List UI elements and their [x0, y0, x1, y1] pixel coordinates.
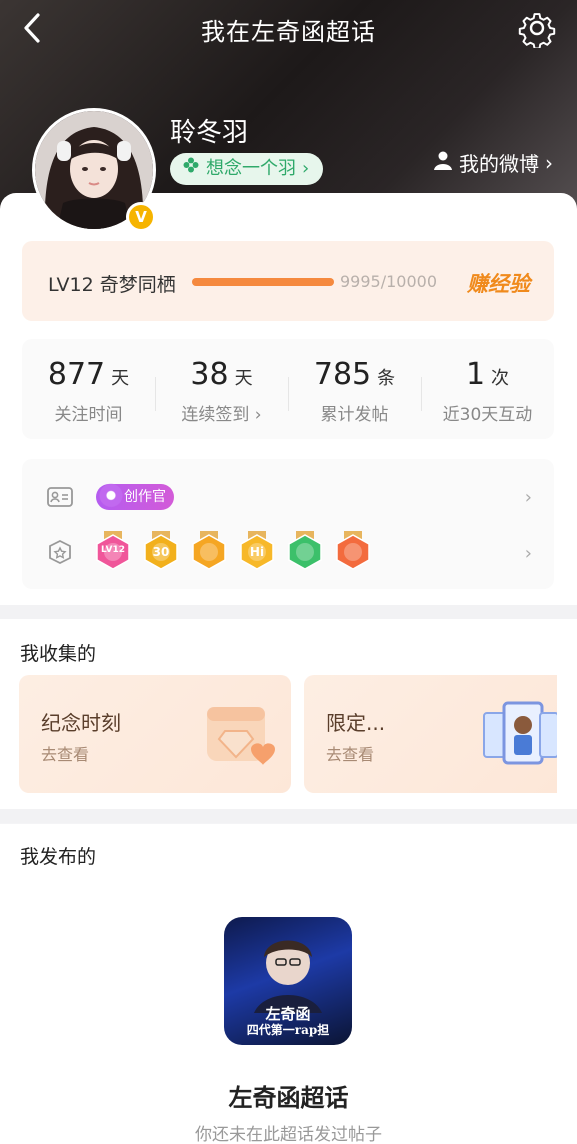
earn-exp-button[interactable]: 赚经验: [467, 268, 530, 298]
collection-section: 我收集的 纪念时刻 去查看 限定... 去查看: [0, 619, 577, 809]
stat-number: 1: [465, 357, 486, 392]
section-title: 我收集的: [20, 643, 97, 665]
stat-label: 累计发帖: [320, 405, 389, 425]
badges-panel: 创作官 › LV12 30 Hi ›: [22, 459, 554, 589]
crown-medal-icon: [190, 529, 228, 573]
empty-posts-text: 你还未在此超话发过帖子: [195, 1125, 382, 1144]
my-weibo-link[interactable]: 我的微博 ›: [433, 148, 553, 177]
chevron-right-icon: ›: [302, 158, 310, 179]
stat-total-posts: 785 条 累计发帖: [288, 339, 421, 439]
top-bar: 我在左奇函超话: [0, 0, 577, 56]
clover-icon: [182, 153, 200, 185]
fan-tag-label: 想念一个羽: [206, 158, 296, 179]
stat-label: 关注时间: [54, 405, 123, 425]
stat-label: 连续签到 ›: [181, 405, 262, 425]
stat-unit: 天: [234, 368, 253, 389]
stat-number: 877: [47, 357, 106, 392]
stat-recent-interactions: 1次 近30天互动: [421, 339, 554, 439]
stat-follow-days: 877 天 关注时间: [22, 339, 155, 439]
cover-subtitle: 四代第一rap担: [246, 1023, 330, 1037]
level-progress-text: 9995/10000: [340, 272, 438, 291]
30-days-medal-icon: 30: [142, 529, 180, 573]
medals-row[interactable]: LV12 30 Hi ›: [22, 529, 554, 575]
level-panel[interactable]: LV12 奇梦同栖 9995/10000 赚经验: [22, 241, 554, 321]
stat-number: 785: [313, 357, 372, 392]
section-divider: [0, 605, 577, 619]
topic-cover-image[interactable]: 左奇函 四代第一rap担: [224, 917, 352, 1045]
chevron-right-icon: ›: [524, 487, 532, 508]
hand-medal-icon: [286, 529, 324, 573]
stat-label: 近30天互动: [442, 405, 533, 425]
hi-medal-icon: Hi: [238, 529, 276, 573]
level-progress-bar: [192, 278, 334, 286]
stat-unit: 条: [377, 368, 396, 389]
lv12-medal-icon: LV12: [94, 529, 132, 573]
identity-row[interactable]: 创作官 ›: [22, 477, 554, 517]
photo-cards-icon: [482, 699, 557, 775]
user-icon: [433, 150, 453, 175]
chevron-right-icon: ›: [545, 150, 553, 175]
profile-card: LV12 奇梦同栖 9995/10000 赚经验 877 天 关注时间 38 天 连…: [0, 193, 577, 605]
collect-card-limited[interactable]: 限定... 去查看: [304, 675, 557, 793]
stat-unit: 次: [491, 368, 510, 389]
creator-badge: 创作官: [96, 481, 174, 513]
stats-panel: 877 天 关注时间 38 天 连续签到 › 785 条 累计发帖 1次 近30天互动: [22, 339, 554, 439]
medal-label: 30: [152, 545, 170, 559]
stat-unit: 天: [111, 368, 130, 389]
vip-badge: V: [126, 202, 156, 232]
topic-name: 左奇函超话: [228, 1084, 349, 1112]
medal-outline-icon: [46, 539, 74, 565]
fan-tag[interactable]: 想念一个羽 ›: [170, 153, 324, 185]
collect-card-title: 限定...: [326, 711, 386, 735]
stat-checkin-streak[interactable]: 38 天 连续签到 ›: [155, 339, 288, 439]
medal-label: Hi: [249, 545, 265, 559]
posts-section: 我发布的 左奇函 四代第一rap担 左奇函超话 你还未在此超话发过帖子: [0, 824, 577, 1144]
page-title: 我在左奇函超话: [201, 18, 376, 46]
medal-label: LV12: [101, 545, 125, 555]
collect-card-title: 纪念时刻: [41, 711, 121, 735]
collect-card-memorial[interactable]: 纪念时刻 去查看: [19, 675, 291, 793]
stat-number: 38: [190, 357, 229, 392]
collect-card-link: 去查看: [41, 745, 90, 764]
section-title: 我发布的: [20, 846, 97, 868]
chevron-right-icon: ›: [524, 543, 532, 564]
rock-hand-medal-icon: [334, 529, 372, 573]
calendar-heart-icon: [199, 697, 285, 781]
my-weibo-label: 我的微博: [459, 152, 539, 176]
level-label: LV12 奇梦同栖: [48, 274, 176, 296]
id-card-icon: [46, 485, 74, 509]
collect-card-link: 去查看: [326, 745, 375, 764]
username: 聆冬羽: [170, 118, 249, 148]
section-divider: [0, 809, 577, 823]
gear-icon[interactable]: [517, 8, 557, 50]
level-progress-fill: [192, 278, 334, 286]
